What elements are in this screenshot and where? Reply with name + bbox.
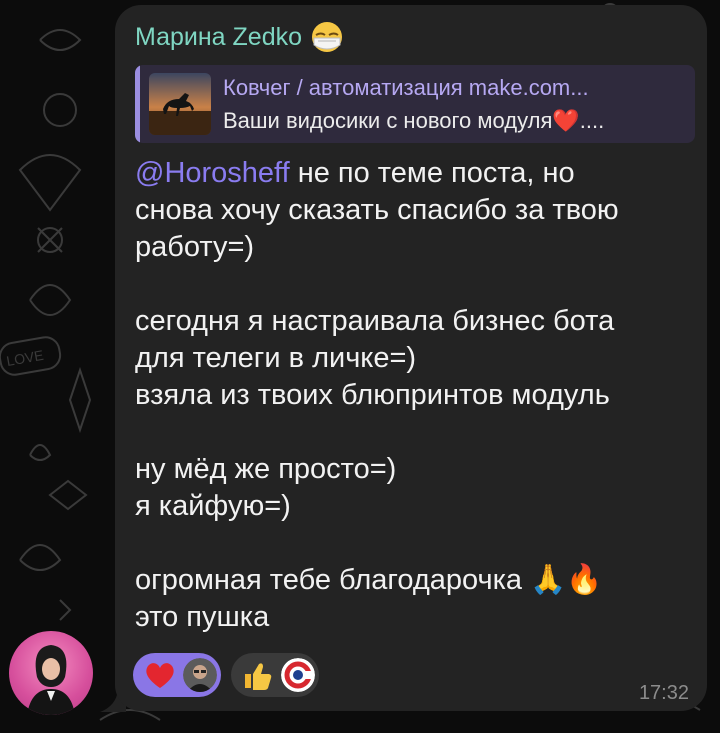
user-avatar-icon xyxy=(183,658,217,692)
thumbs-up-reaction[interactable] xyxy=(231,653,319,697)
svg-text:LOVE: LOVE xyxy=(5,347,45,369)
sender-avatar[interactable] xyxy=(9,631,93,715)
message-line: сегодня я настраивала бизнес бота xyxy=(135,305,615,337)
reply-text: Ваши видосики с нового модуля❤️.... xyxy=(223,108,605,133)
message-line: не по теме поста, но xyxy=(289,157,575,189)
reply-thumbnail xyxy=(149,73,211,135)
message-line: работу=) xyxy=(135,231,255,263)
heart-reaction-icon xyxy=(146,663,174,688)
message-bubble[interactable]: Марина Zedko Ковчег / автоматизация make… xyxy=(115,5,707,711)
sender-name[interactable]: Марина Zedko xyxy=(135,23,302,52)
message-time: 17:32 xyxy=(638,682,689,704)
heart-reaction[interactable] xyxy=(133,653,221,697)
thumbs-up-reaction-icon xyxy=(245,663,272,690)
logo-avatar-icon xyxy=(281,658,315,692)
message-line: огромная тебе благодарочка 🙏🔥 xyxy=(135,564,603,596)
horse-silhouette-icon xyxy=(149,93,211,135)
woman-portrait-icon xyxy=(27,645,75,715)
reactions-bar xyxy=(133,653,319,697)
message-line: для телеги в личке=) xyxy=(135,342,417,374)
reply-accent-bar xyxy=(135,65,140,143)
mask-face-emoji-icon xyxy=(310,21,344,53)
message-line: снова хочу сказать спасибо за твою xyxy=(135,194,619,226)
reply-quote[interactable]: Ковчег / автоматизация make.com... Ваши … xyxy=(135,65,695,143)
sender-header: Марина Zedko xyxy=(135,21,344,53)
message-line: взяла из твоих блюпринтов модуль xyxy=(135,379,610,411)
reply-title: Ковчег / автоматизация make.com... xyxy=(223,75,589,100)
message-line: это пушка xyxy=(135,601,270,633)
message-line: ну мёд же просто=) xyxy=(135,453,397,485)
message-line: я кайфую=) xyxy=(135,490,291,522)
mention-link[interactable]: @Horosheff xyxy=(135,157,290,189)
message-text: @Horosheff не по теме поста, но снова хо… xyxy=(135,155,695,636)
